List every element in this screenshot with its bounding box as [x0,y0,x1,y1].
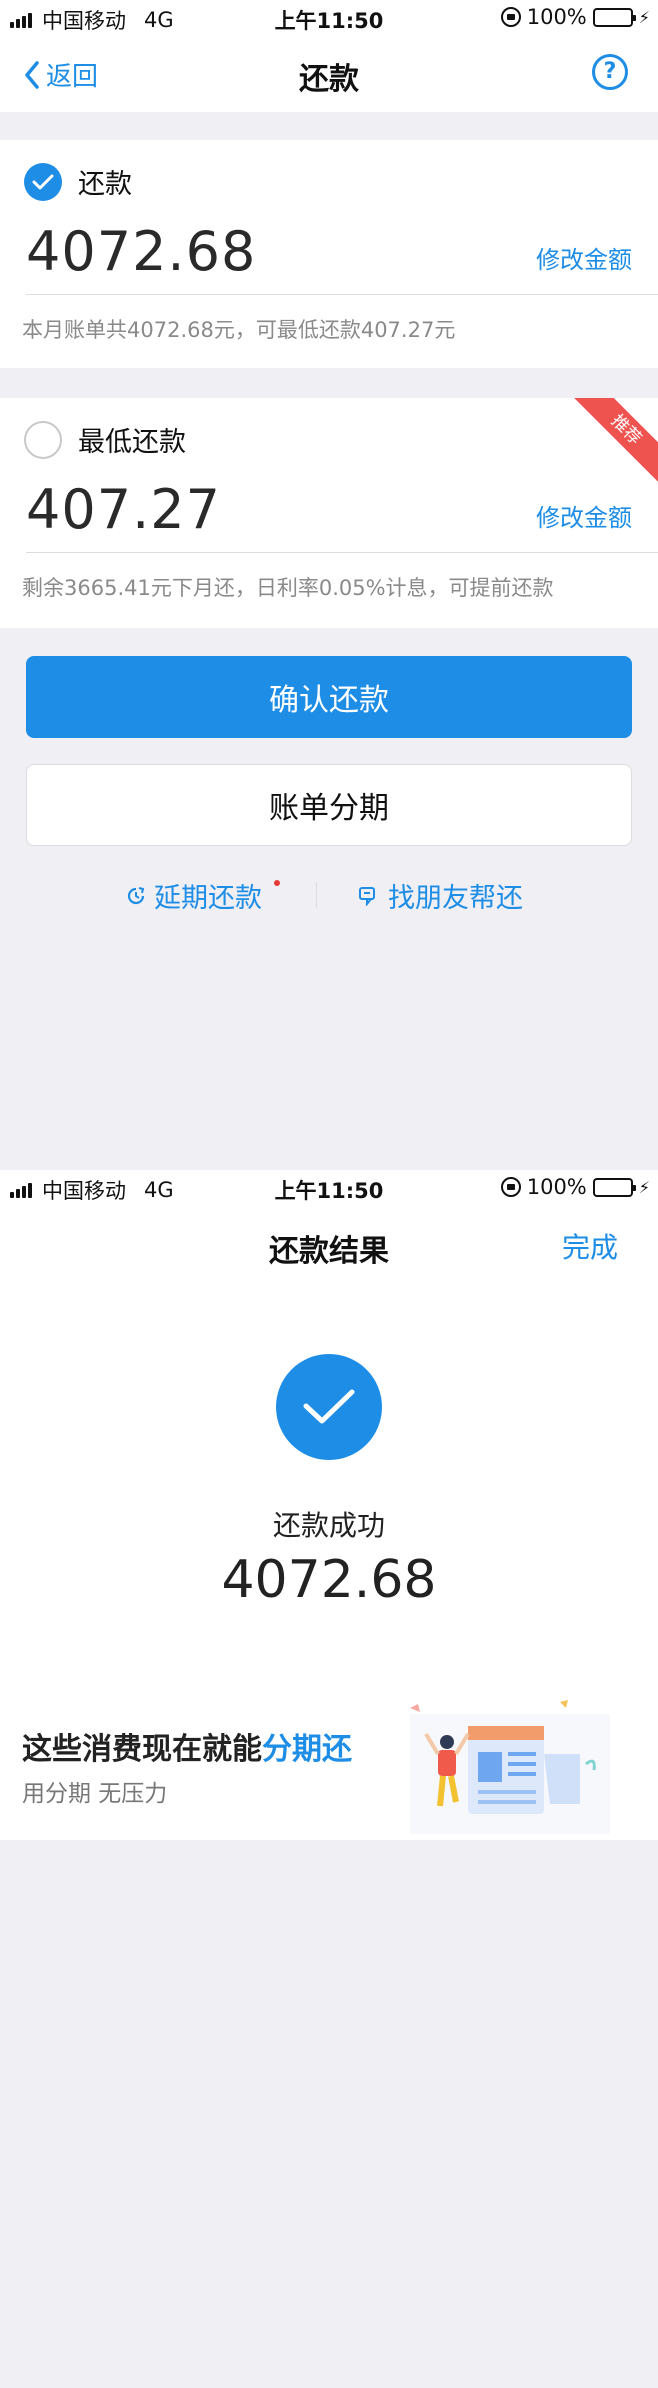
status-bar: 中国移动 4G 上午11:50 100% ⚡ [0,0,658,36]
nav-bar: 返回 还款 ? [0,36,658,112]
page-title: 还款结果 [269,1234,389,1269]
modify-amount-link[interactable]: 修改金额 [536,240,632,275]
divider [26,552,658,553]
page-title: 还款 [299,62,359,97]
banner-subtitle: 用分期 无压力 [22,1781,168,1807]
status-right: 100% ⚡ [500,1175,650,1199]
amount-value: 407.27 [26,478,221,541]
checked-circle-icon[interactable] [24,162,62,201]
option-note: 剩余3665.41元下月还，日利率0.05%计息，可提前还款 [22,576,554,600]
option-label: 最低还款 [78,427,186,458]
defer-repayment-link[interactable]: 延期还款 [126,876,280,915]
help-icon[interactable]: ? [592,54,628,90]
ask-friend-link[interactable]: 找朋友帮还 [358,876,523,915]
success-amount: 4072.68 [221,1550,437,1610]
status-right: 100% ⚡ [500,5,650,29]
friend-label: 找朋友帮还 [388,883,523,914]
charging-icon: ⚡ [638,1177,650,1197]
headline-prefix: 这些消费现在就能 [22,1732,262,1767]
promo-illustration-icon [410,1700,610,1834]
rotation-lock-icon [500,1177,521,1197]
confirm-repayment-button[interactable]: 确认还款 [26,656,632,738]
clock-refresh-icon [127,886,145,904]
charging-icon: ⚡ [638,7,650,27]
battery-icon [592,1177,636,1197]
checkmark-icon [32,174,54,189]
defer-label: 延期还款 [154,883,262,914]
battery-icon [592,7,636,27]
link-separator [316,882,317,908]
secondary-links: 延期还款 找朋友帮还 [0,876,658,916]
checkmark-icon [303,1389,355,1424]
success-label: 还款成功 [272,1509,385,1542]
success-check-icon [276,1354,382,1460]
option-minimum-repayment[interactable]: 推荐 最低还款 407.27 修改金额 剩余3665.41元下月还，日利率0.0… [0,398,658,628]
amount-value: 4072.68 [26,220,257,283]
chat-bubble-icon [359,886,375,906]
recommend-ribbon: 推荐 [566,398,658,490]
option-note: 本月账单共4072.68元，可最低还款407.27元 [22,318,456,342]
bill-installment-button[interactable]: 账单分期 [26,764,632,846]
repayment-result-screen: 中国移动 4G 上午11:50 100% ⚡ 还款结果 完成 还款成功 4072… [0,1170,658,2388]
divider [26,294,658,295]
rotation-lock-icon [500,7,521,27]
headline-highlight: 分期还 [262,1732,352,1767]
battery-percent: 100% [526,5,587,29]
status-bar: 中国移动 4G 上午11:50 100% ⚡ [0,1170,658,1206]
done-button[interactable]: 完成 [562,1226,618,1266]
option-header: 还款 [24,162,132,201]
repayment-screen: 中国移动 4G 上午11:50 100% ⚡ 返回 还款 ? 还款 4072.6… [0,0,658,1170]
notification-dot [274,880,280,886]
modify-amount-link[interactable]: 修改金额 [536,498,632,533]
unchecked-circle-icon[interactable] [24,420,62,459]
option-header: 最低还款 [24,420,186,459]
option-full-repayment[interactable]: 还款 4072.68 修改金额 本月账单共4072.68元，可最低还款407.2… [0,140,658,368]
installment-promo-banner[interactable]: 这些消费现在就能分期还 用分期 无压力 [0,1686,658,1840]
battery-percent: 100% [526,1175,587,1199]
option-label: 还款 [78,169,132,200]
banner-headline: 这些消费现在就能分期还 [22,1724,352,1768]
